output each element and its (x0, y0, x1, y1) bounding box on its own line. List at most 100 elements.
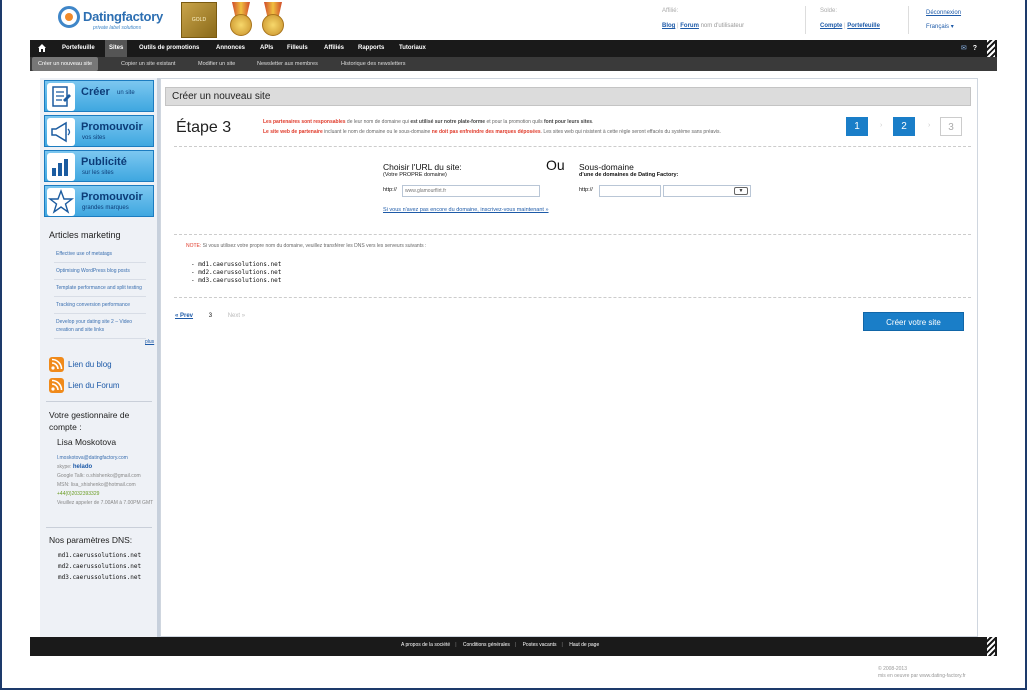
domain-select[interactable]: ▼ (663, 185, 751, 197)
sidebar-create-site-button[interactable]: Créer un site (44, 80, 154, 112)
logo[interactable]: Datingfactory private label solutions (58, 4, 168, 34)
create-site-button[interactable]: Créer votre site (863, 312, 964, 331)
forum-link[interactable]: Forum (680, 23, 699, 29)
prev-link[interactable]: « Prev (175, 313, 193, 319)
nav-annonces[interactable]: Annonces (212, 40, 249, 57)
dns-list-main: - md1.caerussolutions.net - md2.caerusso… (191, 261, 281, 285)
award-badge: GOLD (181, 2, 217, 38)
language-value: Français (926, 24, 950, 30)
article-link[interactable]: Develop your dating site 2 – Video creat… (54, 314, 146, 339)
home-icon[interactable] (38, 44, 46, 52)
hours-info: Veuillez appeler de 7.00AM à 7.00PM GMT (57, 500, 154, 506)
dns-entry: md3.caerussolutions.net (58, 574, 142, 581)
article-link[interactable]: Tracking conversion performance (54, 297, 146, 314)
nav-affilies[interactable]: Affiliés (320, 40, 348, 57)
nav-tutoriaux[interactable]: Tutoriaux (395, 40, 430, 57)
footer-links: A propos de la société | Conditions génér… (396, 637, 604, 656)
manager-name: Lisa Moskotova (57, 437, 117, 447)
sidebar-btn-title: Créer (81, 86, 110, 98)
blog-link[interactable]: Blog (662, 23, 675, 29)
article-link[interactable]: Template performance and split testing (54, 280, 146, 297)
username-label: nom d'utilisateur (700, 23, 745, 29)
manager-info: l.moskotova@datingfactory.com skype: hel… (57, 454, 155, 508)
register-domain-link[interactable]: Si vous n'avez pas encore du domaine, in… (383, 204, 553, 216)
dns-entry: - md3.caerussolutions.net (191, 277, 282, 284)
sidebar-btn-title: Publicité (81, 156, 127, 168)
nav-rapports[interactable]: Rapports (354, 40, 388, 57)
manager-heading: Votre gestionnaire de compte : (49, 410, 130, 432)
help-icon[interactable]: ? (973, 45, 977, 52)
subdomain-subtitle: d'une de domaines de Dating Factory: (579, 172, 679, 178)
footer-jobs-link[interactable]: Postes vacants (518, 642, 562, 648)
balance-label: Solde: (820, 8, 838, 14)
language-select[interactable]: Français ▾ (926, 24, 954, 30)
main-nav: Portefeuille Sites Outils de promotions … (30, 40, 997, 57)
more-articles-link[interactable]: plus (145, 339, 154, 345)
http-prefix: http:// (383, 187, 397, 193)
subnav-copy-site[interactable]: Copier un site existant (115, 57, 181, 71)
footer-terms-link[interactable]: Conditions générales (458, 642, 515, 648)
dashed-divider (174, 297, 971, 298)
http-prefix: http:// (579, 187, 593, 193)
manager-email[interactable]: l.moskotova@datingfactory.com (57, 454, 155, 463)
footer-top-link[interactable]: Haut de page (564, 642, 604, 648)
sidebar-btn-sub: sur les sites (82, 170, 114, 176)
corner-decoration (987, 637, 995, 656)
forum-feed-link[interactable]: Lien du Forum (49, 378, 149, 394)
nav-sites[interactable]: Sites (105, 40, 128, 57)
note-text: Si vous utilisez votre propre nom du dom… (201, 243, 427, 249)
subnav-newsletter[interactable]: Newsletter aux membres (251, 57, 324, 71)
step-indicator-3: 3 (940, 117, 962, 136)
logout-link[interactable]: Déconnexion (926, 10, 961, 16)
sidebar-divider (46, 527, 152, 528)
sidebar-promote-brands-button[interactable]: Promouvoir grandes marques (44, 185, 154, 217)
subdomain-title: Sous-domaine (579, 162, 634, 172)
footer-about-link[interactable]: A propos de la société (396, 642, 455, 648)
article-link[interactable]: Effective use of metatags (54, 246, 146, 263)
subnav-newsletter-history[interactable]: Historique des newsletters (335, 57, 412, 71)
copyright: © 2008-2013 mis en oeuvre par www.dating… (878, 666, 966, 680)
chevron-down-icon: ▼ (734, 187, 748, 195)
subnav-edit-site[interactable]: Modifier un site (192, 57, 241, 71)
articles-heading: Articles marketing (49, 230, 121, 240)
award-medal-icon (260, 2, 286, 38)
skype-id[interactable]: helado (73, 464, 92, 470)
subdomain-input[interactable] (599, 185, 661, 197)
dns-entry: - md1.caerussolutions.net (191, 261, 282, 268)
dashed-divider (174, 234, 971, 235)
affiliate-label: Affilié: (662, 8, 679, 14)
note-label: NOTE: (186, 243, 202, 249)
nav-portefeuille[interactable]: Portefeuille (58, 40, 99, 57)
chevron-right-icon: › (928, 122, 931, 129)
sidebar-advertising-button[interactable]: Publicité sur les sites (44, 150, 154, 182)
site-header: Datingfactory private label solutions GO… (40, 0, 987, 40)
document-icon (47, 83, 75, 111)
nav-apis[interactable]: APIs (256, 40, 277, 57)
mail-icon[interactable]: ✉ (961, 45, 967, 52)
nav-filleuls[interactable]: Filleuls (283, 40, 312, 57)
article-link[interactable]: Optimising WordPress blog posts (54, 263, 146, 280)
url-field-subtitle: (Votre PROPRE domaine) (383, 172, 447, 178)
current-page: 3 (208, 313, 213, 319)
dns-note: NOTE: Si vous utilisez votre propre nom … (186, 243, 426, 249)
next-link: Next » (227, 313, 246, 319)
dns-entry: - md2.caerussolutions.net (191, 269, 282, 276)
main-panel: Créer un nouveau site Étape 3 Les parten… (160, 78, 978, 637)
nav-outils[interactable]: Outils de promotions (135, 40, 203, 57)
sidebar-promote-sites-button[interactable]: Promouvoir vos sites (44, 115, 154, 147)
rss-icon (49, 378, 64, 393)
account-link[interactable]: Compte (820, 23, 842, 29)
step-indicator-2: 2 (893, 117, 915, 136)
affiliate-group: Affilié: Blog | Forum nom d'utilisateur (662, 8, 745, 29)
blog-feed-link[interactable]: Lien du blog (49, 357, 149, 373)
domain-url-input[interactable] (402, 185, 540, 197)
url-field-title: Choisir l'URL du site: (383, 162, 462, 172)
megaphone-icon (47, 118, 75, 146)
wallet-link[interactable]: Portefeuille (847, 23, 880, 29)
copyright-line: mis en oeuvre par www.dating-factory.fr (878, 673, 966, 679)
bar-chart-icon (47, 153, 75, 181)
dashed-divider (174, 146, 971, 147)
chevron-right-icon: › (880, 122, 883, 129)
dns-heading: Nos paramètres DNS: (49, 535, 133, 545)
subnav-create-site[interactable]: Créer un nouveau site (32, 57, 99, 71)
